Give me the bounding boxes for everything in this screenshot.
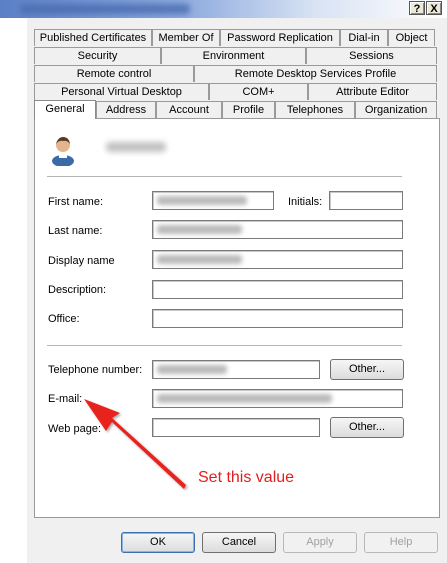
cancel-button[interactable]: Cancel [202,532,276,553]
tab-general[interactable]: General [34,100,96,119]
apply-button[interactable]: Apply [283,532,357,553]
help-button[interactable]: Help [364,532,438,553]
annotation-text: Set this value [198,469,295,486]
ok-button[interactable]: OK [121,532,195,553]
